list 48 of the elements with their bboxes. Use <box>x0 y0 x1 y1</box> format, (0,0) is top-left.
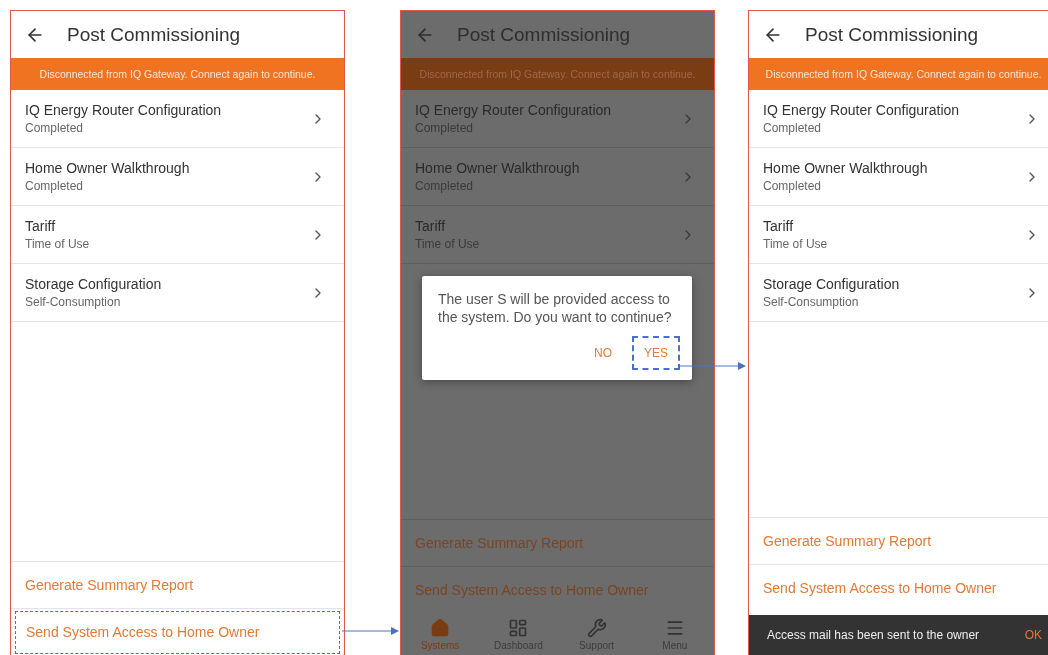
action-link[interactable]: Send System Access to Home Owner <box>753 566 1048 610</box>
item-status: Completed <box>25 121 85 135</box>
dialog-message: The user S will be provided access to the system. Do you want to continue? <box>438 290 673 326</box>
list-item[interactable]: Home Owner Walkthrough Completed <box>749 148 1048 206</box>
item-title: Tariff <box>763 218 795 234</box>
item-title: Tariff <box>25 218 57 234</box>
list-item[interactable]: Tariff Time of Use <box>749 206 1048 264</box>
list-item[interactable]: Home Owner Walkthrough Completed <box>11 148 344 206</box>
connector-arrow <box>678 362 746 370</box>
tab[interactable]: Systems <box>410 617 471 651</box>
item-title: IQ Energy Router Configuration <box>415 102 612 118</box>
item-title: Tariff <box>415 218 447 234</box>
screen-title: Post Commissioning <box>457 23 631 46</box>
action-link[interactable]: Send System Access to Home Owner <box>15 610 340 654</box>
connector-arrow <box>341 627 399 635</box>
item-status: Time of Use <box>25 237 90 251</box>
dashboard-icon <box>508 617 529 638</box>
item-status: Self-Consumption <box>25 295 122 309</box>
wrench-icon <box>586 617 607 638</box>
item-title: Home Owner Walkthrough <box>763 160 928 176</box>
item-title: IQ Energy Router Configuration <box>25 102 222 118</box>
screen-title: Post Commissioning <box>67 23 241 46</box>
disconnected-banner: Disconnected from IQ Gateway. Connect again to continue. <box>749 58 1048 90</box>
item-title: Storage Configuration <box>763 276 900 292</box>
disconnected-banner: Disconnected from IQ Gateway. Connect again to continue. <box>401 58 714 90</box>
item-status: Self-Consumption <box>763 295 860 309</box>
snackbar-message: Access mail has been sent to the owner <box>767 628 980 642</box>
item-status: Time of Use <box>763 237 828 251</box>
action-link[interactable]: Generate Summary Report <box>753 519 1048 563</box>
ok-button[interactable]: OK <box>1018 627 1048 643</box>
item-title: Storage Configuration <box>25 276 162 292</box>
item-status: Completed <box>763 179 823 193</box>
home-icon <box>430 617 451 638</box>
screen-title: Post Commissioning <box>805 23 979 46</box>
list-item[interactable]: Storage Configuration Self-Consumption <box>749 264 1048 322</box>
list-item[interactable]: Tariff Time of Use <box>11 206 344 264</box>
item-status: Completed <box>763 121 823 135</box>
dialog-button[interactable]: YES <box>632 336 680 370</box>
list-item[interactable]: IQ Energy Router Configuration Completed <box>11 90 344 148</box>
item-title: Home Owner Walkthrough <box>25 160 190 176</box>
item-status: Completed <box>25 179 85 193</box>
disconnected-banner: Disconnected from IQ Gateway. Connect again to continue. <box>11 58 344 90</box>
dialog-button[interactable]: NO <box>582 336 624 370</box>
action-link[interactable]: Generate Summary Report <box>15 563 340 607</box>
list-item[interactable]: Storage Configuration Self-Consumption <box>11 264 344 322</box>
item-title: IQ Energy Router Configuration <box>763 102 960 118</box>
item-title: Home Owner Walkthrough <box>415 160 580 176</box>
list-item[interactable]: IQ Energy Router Configuration Completed <box>749 90 1048 148</box>
